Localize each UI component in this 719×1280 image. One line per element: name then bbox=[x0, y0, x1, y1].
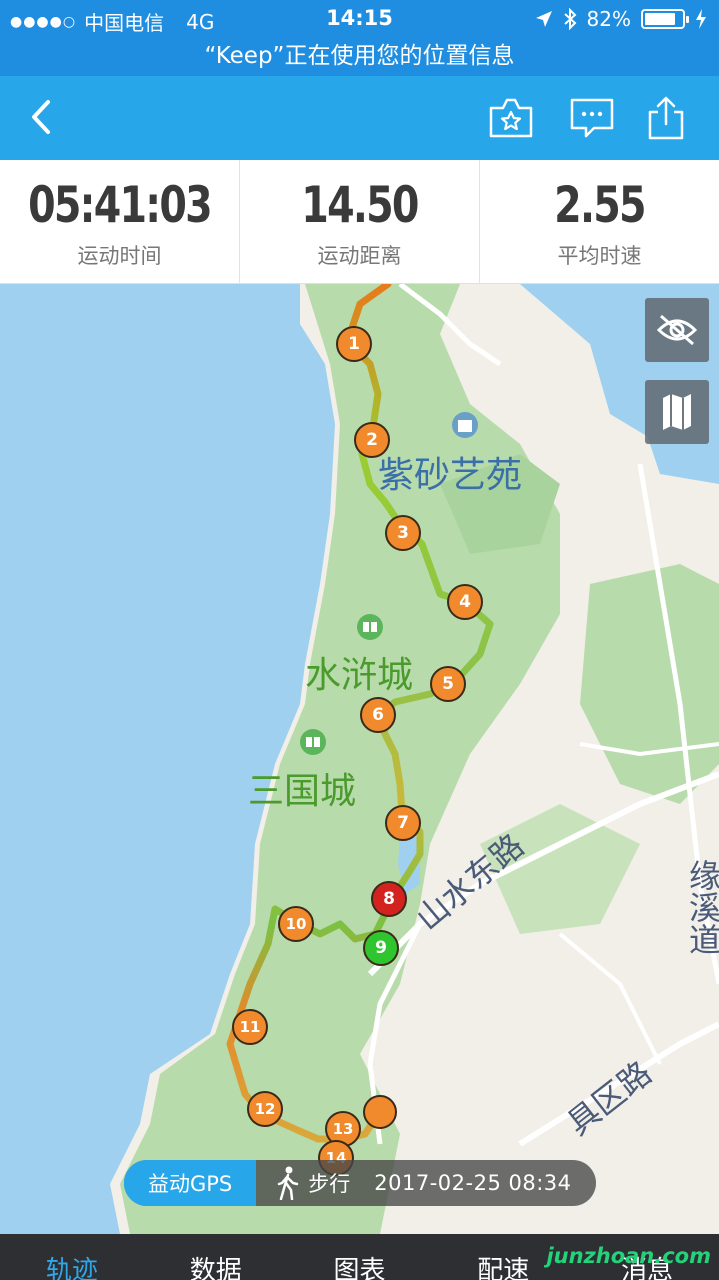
nav-bar bbox=[0, 76, 719, 160]
activity-datetime: 2017-02-25 08:34 bbox=[374, 1171, 572, 1195]
duration-label: 运动时间 bbox=[77, 244, 162, 268]
route-end-marker bbox=[363, 1095, 397, 1129]
workout-stats: 05:41:03 运动时间 14.50 运动距离 2.55 平均时速 bbox=[0, 160, 719, 284]
speed-value: 2.55 bbox=[554, 176, 646, 234]
favorite-star-icon[interactable] bbox=[487, 96, 535, 140]
bluetooth-icon bbox=[563, 8, 576, 30]
place-label-shuihu: 水浒城 bbox=[305, 655, 414, 696]
route-map[interactable]: 紫砂艺苑 水浒城 三国城 山水东路 具区路 缘溪道 1 2 3 4 5 6 7 8 9 10 11 1… bbox=[0, 284, 719, 1234]
distance-label: 运动距离 bbox=[317, 244, 402, 268]
tab-track[interactable]: 轨迹 bbox=[0, 1234, 144, 1280]
watermark: junzhoan.com bbox=[546, 1244, 711, 1268]
charging-icon bbox=[696, 9, 706, 29]
share-icon[interactable] bbox=[642, 96, 690, 140]
hide-track-button[interactable] bbox=[645, 298, 709, 362]
km-marker-7: 7 bbox=[385, 805, 421, 841]
status-right: 82% bbox=[535, 7, 707, 31]
km-marker-3: 3 bbox=[385, 515, 421, 551]
km-marker-11: 11 bbox=[232, 1009, 268, 1045]
km-marker-5: 5 bbox=[430, 666, 466, 702]
km-marker-1: 1 bbox=[336, 326, 372, 362]
status-bar: ●●●●○ 中国电信 4G 14:15 82% bbox=[0, 0, 719, 38]
scenic-icon bbox=[300, 729, 326, 755]
activity-info-pill: 益动GPS 步行 2017-02-25 08:34 bbox=[124, 1160, 596, 1206]
km-marker-8: 8 bbox=[371, 881, 407, 917]
map-icon bbox=[663, 394, 691, 430]
km-marker-10: 10 bbox=[278, 906, 314, 942]
walking-icon bbox=[278, 1166, 299, 1200]
map-layer-button[interactable] bbox=[645, 380, 709, 444]
location-usage-banner[interactable]: “Keep”正在使用您的位置信息 bbox=[0, 38, 719, 76]
km-marker-9: 9 bbox=[363, 930, 399, 966]
speed-label: 平均时速 bbox=[557, 244, 642, 268]
scenic-icon bbox=[357, 614, 383, 640]
location-arrow-icon bbox=[535, 11, 552, 27]
eye-hidden-icon bbox=[656, 314, 698, 346]
road-label-xiwei: 缘溪道 bbox=[684, 859, 719, 955]
tab-chart[interactable]: 图表 bbox=[288, 1234, 432, 1280]
stat-duration: 05:41:03 运动时间 bbox=[0, 160, 240, 283]
km-marker-6: 6 bbox=[360, 697, 396, 733]
battery-icon bbox=[641, 9, 689, 29]
place-label-zisha: 紫砂艺苑 bbox=[378, 455, 523, 496]
gps-source-tag: 益动GPS bbox=[124, 1160, 257, 1206]
km-marker-12: 12 bbox=[247, 1091, 283, 1127]
battery-percent: 82% bbox=[586, 7, 631, 31]
comment-icon[interactable] bbox=[568, 96, 616, 140]
place-label-sanguo: 三国城 bbox=[248, 771, 357, 812]
tab-data[interactable]: 数据 bbox=[144, 1234, 288, 1280]
km-marker-2: 2 bbox=[354, 422, 390, 458]
stat-speed: 2.55 平均时速 bbox=[480, 160, 719, 283]
activity-mode: 步行 bbox=[308, 1172, 351, 1196]
back-icon[interactable] bbox=[20, 94, 66, 140]
km-marker-4: 4 bbox=[447, 584, 483, 620]
stat-distance: 14.50 运动距离 bbox=[240, 160, 480, 283]
landmark-icon bbox=[452, 412, 478, 438]
duration-value: 05:41:03 bbox=[28, 176, 213, 234]
distance-value: 14.50 bbox=[301, 176, 419, 234]
